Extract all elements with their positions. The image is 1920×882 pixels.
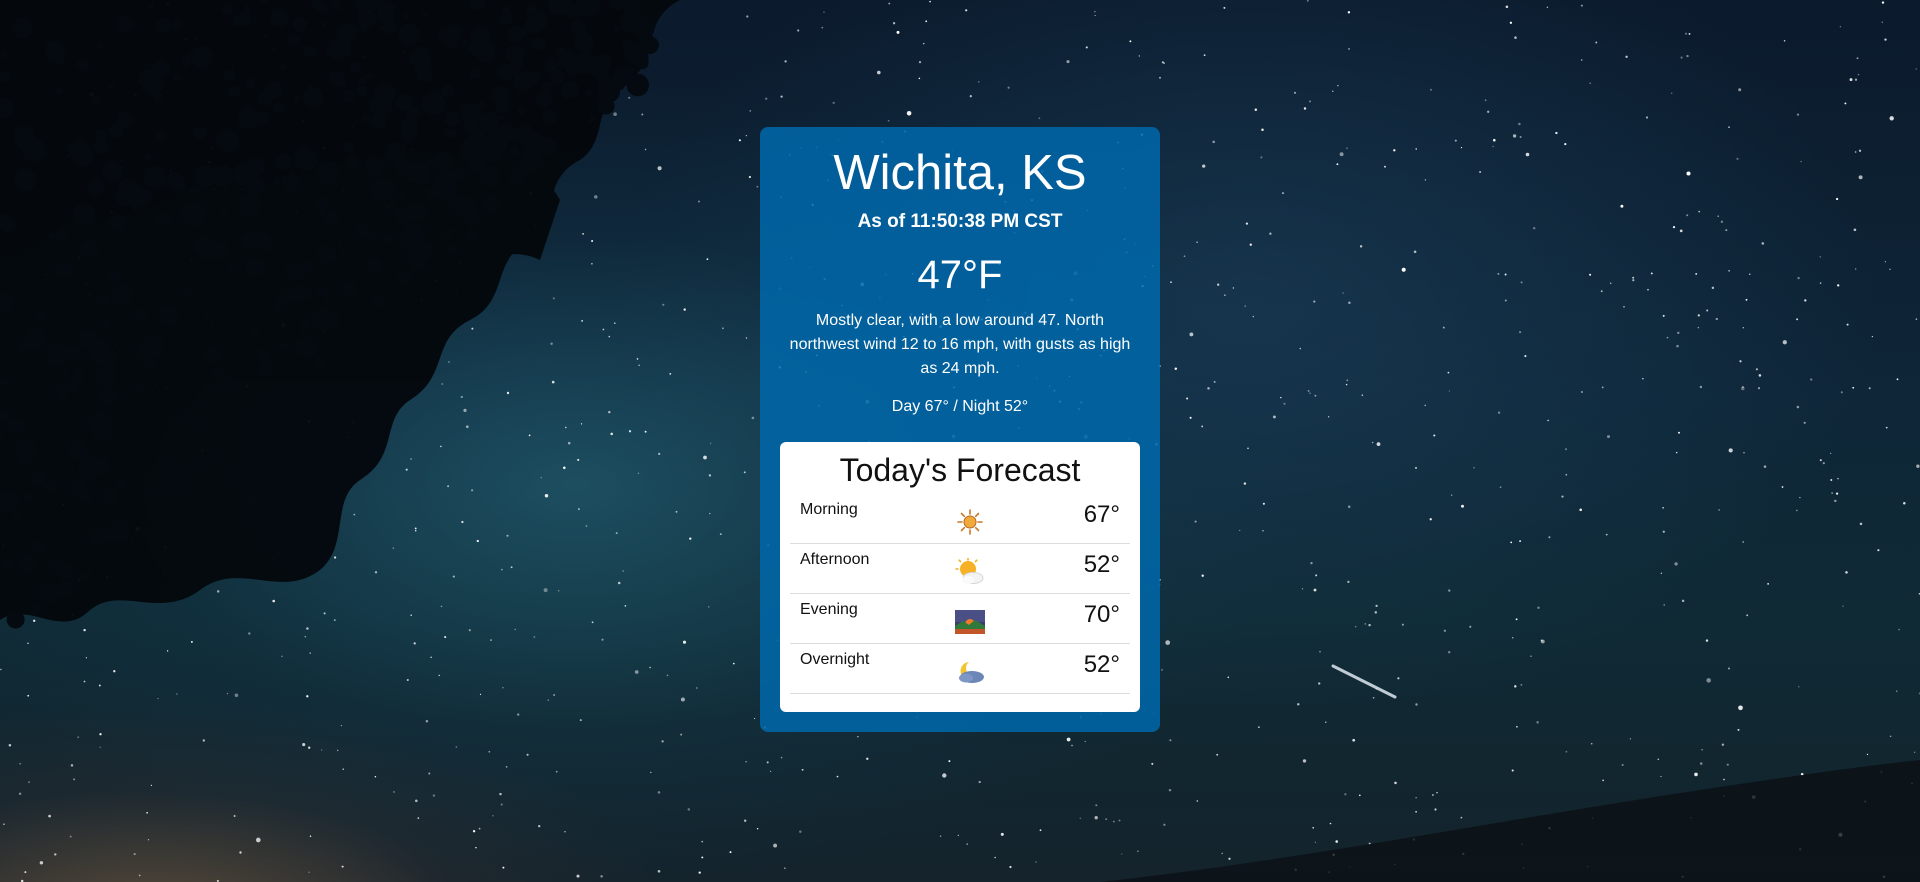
- forecast-row-afternoon: Afternoon 52°: [790, 544, 1130, 594]
- updated-time: As of 11:50:38 PM CST: [857, 211, 1063, 232]
- forecast-row-morning: Morning 67°: [790, 494, 1130, 544]
- period-temperature: 52°: [1083, 651, 1120, 678]
- forecast-row-overnight: Overnight 52°: [790, 644, 1130, 694]
- sunset-icon: [950, 602, 990, 642]
- sun-icon: [950, 502, 990, 542]
- period-label: Morning: [800, 501, 858, 518]
- period-temperature: 52°: [1083, 551, 1120, 578]
- todays-forecast-panel: Today's Forecast Morning 67° Afternoon 5…: [780, 442, 1140, 712]
- day-night-temps: Day 67° / Night 52°: [891, 398, 1029, 415]
- weather-description: Mostly clear, with a low around 47. Nort…: [789, 312, 1131, 377]
- period-label: Afternoon: [800, 551, 870, 568]
- night-sky-background: Wichita, KS As of 11:50:38 PM CST 47°F M…: [0, 0, 1920, 882]
- period-label: Overnight: [800, 651, 870, 668]
- forecast-title: Today's Forecast: [839, 452, 1081, 488]
- moon-cloud-icon: [950, 652, 990, 692]
- period-temperature: 70°: [1083, 601, 1120, 628]
- city-title: Wichita, KS: [833, 146, 1087, 200]
- period-temperature: 67°: [1083, 501, 1120, 528]
- current-temperature: 47°F: [917, 253, 1003, 297]
- period-label: Evening: [800, 601, 858, 618]
- sun-behind-cloud-icon: [950, 552, 990, 592]
- forecast-row-evening: Evening 70°: [790, 594, 1130, 644]
- weather-card: Wichita, KS As of 11:50:38 PM CST 47°F M…: [760, 127, 1160, 732]
